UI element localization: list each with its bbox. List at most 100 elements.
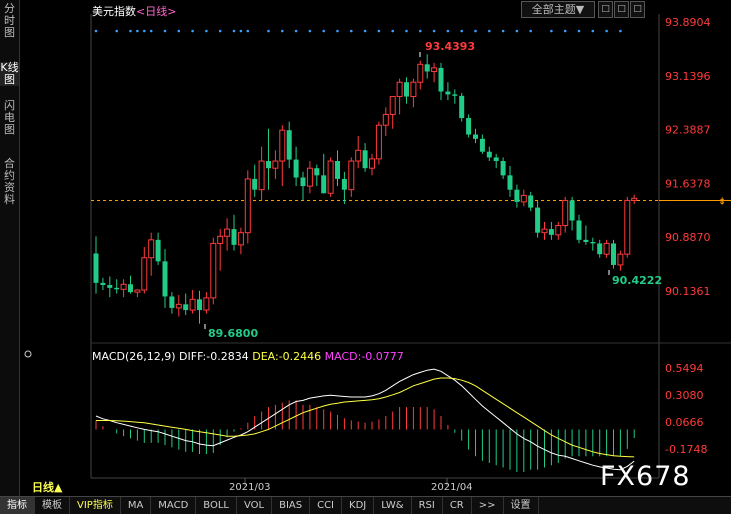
signal-dot bbox=[363, 29, 367, 33]
signal-dot bbox=[281, 29, 284, 33]
indicator-tab-bar: 指标 模板 VIP指标 MA MACD BOLL VOL BIAS CCI KDJ LW& RSI CR… bbox=[0, 496, 731, 514]
candle-body bbox=[203, 297, 210, 311]
low-annotation: 89.6800 bbox=[208, 327, 258, 340]
signal-dot bbox=[177, 29, 181, 33]
indicator-tab-8[interactable]: CCI bbox=[310, 497, 343, 514]
candle-body bbox=[258, 160, 265, 191]
signal-dot bbox=[529, 29, 532, 33]
candle-body bbox=[417, 63, 424, 83]
indicator-tab-14[interactable]: 设置 bbox=[504, 497, 539, 514]
chart-area[interactable]: 93.8904 93.1396 92.3887 91.6378 90.8870 90.13… bbox=[20, 0, 731, 496]
signal-dot bbox=[267, 29, 270, 33]
tool-button-2[interactable]: □ bbox=[614, 1, 629, 18]
candle-body bbox=[541, 228, 548, 234]
last-low-annotation: 90.4222 bbox=[612, 274, 662, 287]
candle-body bbox=[134, 289, 141, 293]
candle-body bbox=[314, 168, 320, 176]
indicator-tab-3[interactable]: MA bbox=[121, 497, 152, 514]
signal-dot bbox=[446, 29, 450, 33]
side-tab-3[interactable]: 合约资料 bbox=[0, 158, 19, 206]
candle-body bbox=[486, 151, 492, 158]
watermark-logo: FX678 bbox=[600, 461, 691, 492]
candle-body bbox=[210, 242, 217, 299]
candle-body bbox=[355, 149, 362, 162]
indicator-tab-7[interactable]: BIAS bbox=[272, 497, 311, 514]
candle-body bbox=[583, 239, 589, 242]
signal-dot bbox=[419, 29, 422, 33]
price-axis-label: 93.8904 bbox=[665, 16, 711, 29]
signal-dot bbox=[191, 29, 194, 33]
signal-dot bbox=[129, 29, 132, 33]
candle-body bbox=[431, 67, 438, 72]
candle-body bbox=[141, 257, 148, 291]
macd-diff-value: DIFF:-0.2834 bbox=[179, 350, 249, 363]
candle-body bbox=[93, 253, 99, 283]
macd-axis-label: -0.1748 bbox=[665, 443, 707, 456]
candle-body bbox=[562, 199, 569, 227]
signal-dot bbox=[591, 29, 595, 33]
signal-dot bbox=[136, 29, 139, 33]
candle-body bbox=[535, 207, 541, 233]
candle-body bbox=[148, 239, 155, 259]
date-axis-label: 2021/04 bbox=[431, 482, 473, 493]
date-axis-label: 2021/03 bbox=[229, 482, 271, 493]
macd-macd-value: MACD:-0.0777 bbox=[324, 350, 404, 363]
indicator-tab-9[interactable]: KDJ bbox=[342, 497, 375, 514]
candle-body bbox=[611, 243, 616, 265]
signal-dot bbox=[143, 29, 146, 33]
candle-body bbox=[382, 113, 389, 126]
signal-dot bbox=[232, 29, 236, 33]
indicator-tab-5[interactable]: BOLL bbox=[196, 497, 237, 514]
candle-body bbox=[493, 157, 499, 162]
candle-body bbox=[597, 243, 603, 255]
signal-dot bbox=[488, 29, 491, 33]
candle-body bbox=[128, 284, 133, 293]
tool-button-1[interactable]: □ bbox=[598, 1, 613, 18]
signal-dot bbox=[308, 29, 312, 33]
indicator-tab-11[interactable]: RSI bbox=[412, 497, 443, 514]
signal-dot bbox=[246, 29, 250, 33]
diff-line bbox=[95, 368, 635, 471]
candle-body bbox=[438, 67, 444, 92]
side-tab-0[interactable]: 分时图 bbox=[0, 3, 19, 39]
candle-body bbox=[189, 298, 196, 311]
macd-axis-label: 0.5494 bbox=[665, 362, 704, 375]
indicator-tab-4[interactable]: MACD bbox=[151, 497, 197, 514]
indicator-tab-10[interactable]: LW& bbox=[374, 497, 412, 514]
signal-dot bbox=[336, 29, 339, 33]
macd-name: MACD(26,12,9) bbox=[92, 350, 176, 363]
candle-body bbox=[335, 161, 340, 179]
theme-dropdown[interactable]: 全部主题▼ bbox=[521, 1, 595, 18]
signal-dot bbox=[218, 29, 222, 33]
signal-dot bbox=[460, 29, 464, 33]
indicator-tab-1[interactable]: 模板 bbox=[35, 497, 70, 514]
candle-body bbox=[362, 150, 368, 169]
candle-body bbox=[514, 189, 520, 202]
candle-body bbox=[603, 242, 610, 255]
bottom-period-toggle[interactable]: 日线▲ bbox=[20, 480, 90, 496]
candle-body bbox=[321, 175, 327, 194]
signal-dot bbox=[515, 29, 519, 33]
signal-dot bbox=[94, 29, 98, 33]
price-axis-label: 92.3887 bbox=[665, 124, 711, 137]
current-price-arrow-icon: ⇟ bbox=[718, 196, 726, 207]
indicator-tab-13[interactable]: >> bbox=[472, 497, 504, 514]
side-tab-2[interactable]: 闪电图 bbox=[0, 100, 19, 136]
price-axis-label: 90.1361 bbox=[665, 285, 711, 298]
tool-button-3[interactable]: □ bbox=[630, 1, 645, 18]
candle-body bbox=[272, 160, 279, 169]
candle-body bbox=[155, 239, 161, 262]
indicator-tab-6[interactable]: VOL bbox=[237, 497, 273, 514]
side-tab-1[interactable]: K线图 bbox=[0, 62, 19, 86]
candle-body bbox=[244, 178, 251, 234]
indicator-tab-2[interactable]: VIP指标 bbox=[70, 497, 121, 514]
indicator-tab-12[interactable]: CR bbox=[443, 497, 472, 514]
candle-body bbox=[396, 81, 403, 98]
candle-body bbox=[445, 91, 451, 95]
period-selector[interactable]: <日线> bbox=[136, 5, 176, 18]
indicator-tab-0[interactable]: 指标 bbox=[0, 497, 35, 514]
price-axis-label: 93.1396 bbox=[665, 70, 711, 83]
candle-body bbox=[279, 129, 286, 162]
macd-axis-label: 0.3080 bbox=[665, 389, 704, 402]
candle-body bbox=[169, 296, 175, 308]
